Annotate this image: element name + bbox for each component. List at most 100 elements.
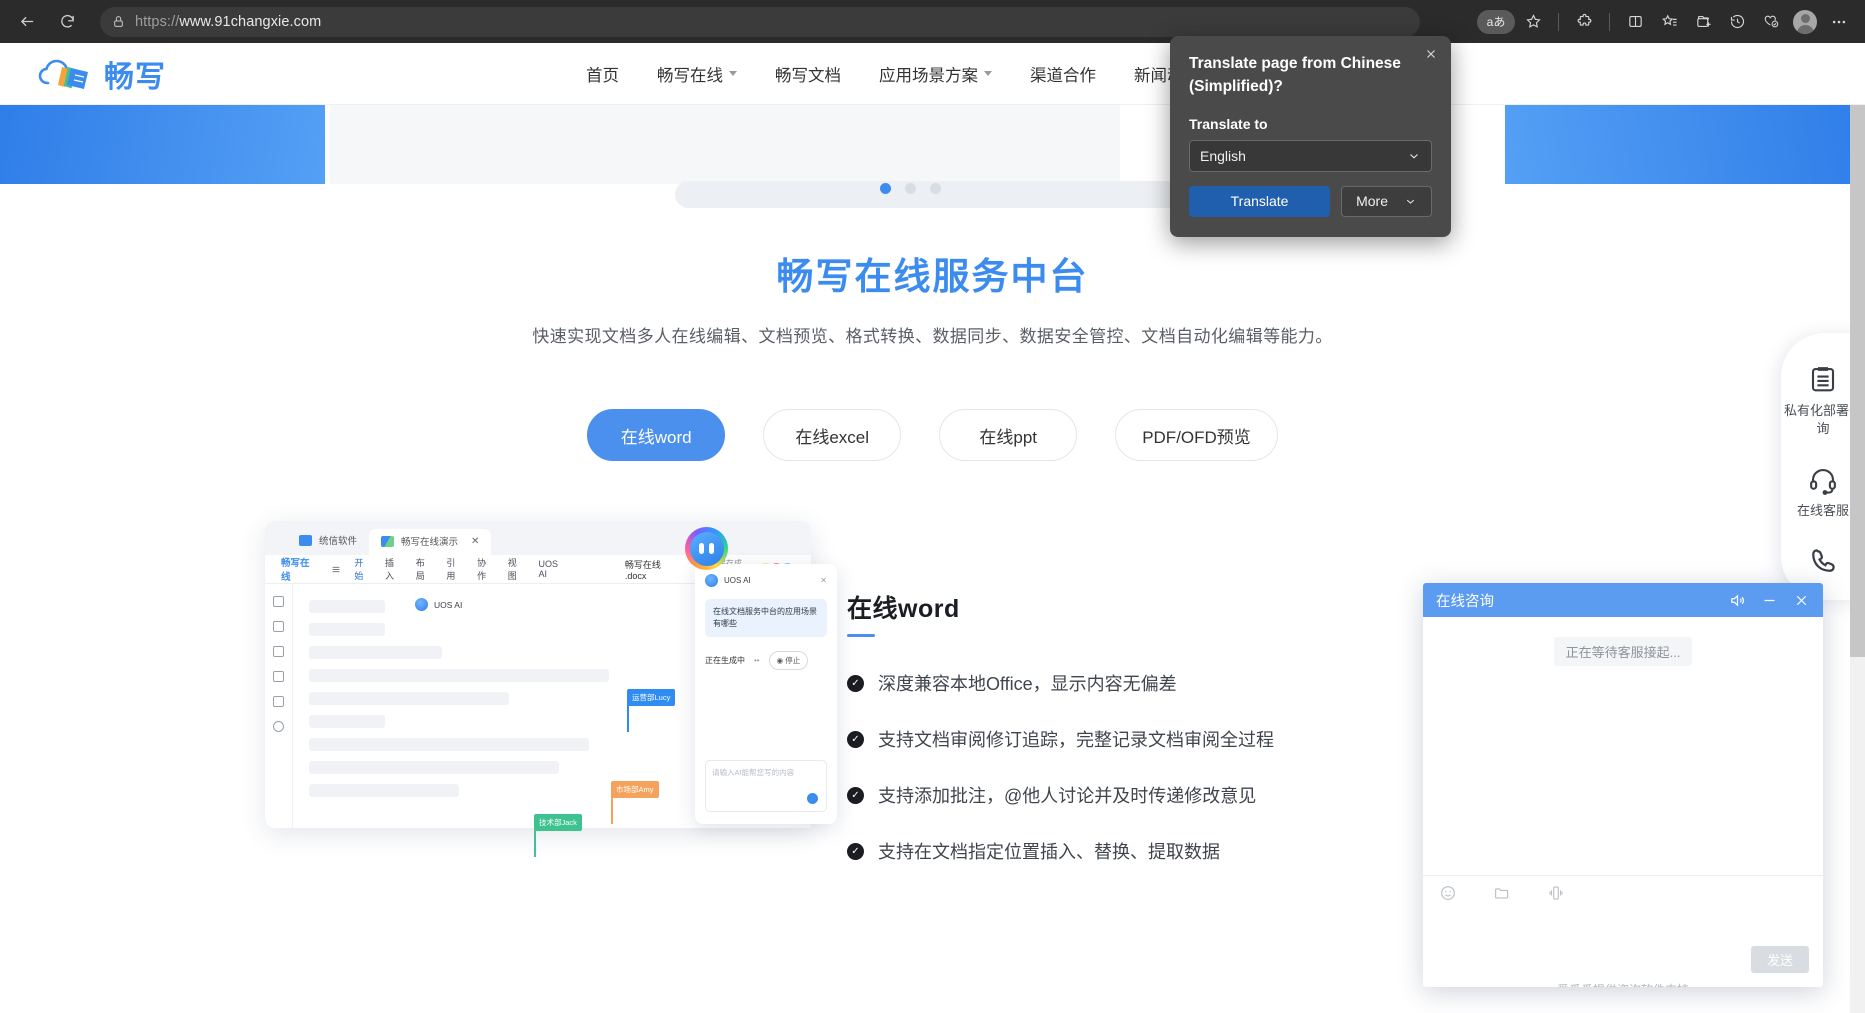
feature-item-label: 支持添加批注，@他人讨论并及时传递修改意见 [878,786,1257,806]
mock-tab-label: 统信软件 [319,536,358,547]
history-clock-icon[interactable] [1721,7,1753,37]
page-scrollbar[interactable]: ▲ ▼ [1850,86,1865,1013]
nav-label: 首页 [586,66,619,85]
close-icon[interactable]: ✕ [820,576,827,585]
mock-menu-start[interactable]: 开始 [354,556,372,589]
more-button[interactable]: More [1341,185,1432,217]
close-icon[interactable] [1424,47,1438,61]
translate-popup-title: Translate page from Chinese (Simplified)… [1189,55,1401,95]
carousel-dot-2[interactable] [905,183,916,194]
reload-icon[interactable] [50,5,84,39]
page-title: 畅写在线服务中台 [776,256,1089,297]
feature-list: ✓ 深度兼容本地Office，显示内容无偏差 ✓ 支持文档审阅修订追踪，完整记录… [847,670,1274,864]
mock-ai-panel-header: UOS AI ✕ [705,574,827,587]
mock-side-rail [265,584,292,828]
nav-item-channel[interactable]: 渠道合作 [1030,62,1096,86]
translate-icon[interactable]: aあ [1477,9,1515,34]
mock-ai-question: 在线文档服务中台的应用场景有哪些 [705,599,827,637]
feature-item-label: 深度兼容本地Office，显示内容无偏差 [878,674,1177,694]
browser-toolbar: https://www.91changxie.com aあ [0,0,1865,43]
emoji-icon[interactable] [1439,884,1457,902]
tab-online-excel[interactable]: 在线excel [763,409,902,461]
mock-ai-input[interactable]: 请输入AI能帮您写的内容 [705,760,827,812]
carousel-dot-3[interactable] [930,183,941,194]
split-screen-icon[interactable] [1619,7,1651,37]
ai-assistant-bubble-icon[interactable] [685,527,728,570]
mock-menu-uos-ai[interactable]: UOS AI [538,559,567,579]
nav-item-online[interactable]: 畅写在线 [657,62,737,86]
pages-icon[interactable] [273,696,284,707]
collab-cursor [627,702,629,732]
feature-item: ✓ 深度兼容本地Office，显示内容无偏差 [847,670,1274,696]
tab-online-ppt[interactable]: 在线ppt [939,409,1078,461]
mock-menu-view[interactable]: 视图 [508,556,526,582]
language-select[interactable]: English [1189,139,1432,172]
send-icon[interactable] [807,793,818,804]
nav-label: 畅写文档 [775,66,841,85]
mock-menu-collab[interactable]: 协作 [477,556,495,582]
tab-pdf-ofd-preview[interactable]: PDF/OFD预览 [1115,409,1278,461]
speaker-icon[interactable] [1729,592,1746,609]
url-scheme: https:// [135,13,180,30]
selected-language: English [1200,147,1246,164]
mock-ai-generating: 正在生成中 •• ◉ 停止 [705,651,827,670]
browser-essentials-icon[interactable] [1755,7,1787,37]
chevron-down-icon [1404,195,1417,208]
close-icon[interactable]: ✕ [471,536,479,547]
carousel-dot-1[interactable] [880,183,891,194]
mock-menu-layout[interactable]: 布局 [416,556,434,582]
shake-icon[interactable] [1547,884,1565,902]
add-tab-group-icon[interactable] [1687,7,1719,37]
collab-cursor [611,794,613,824]
text-placeholder-line [309,623,385,636]
profile-avatar-icon[interactable] [1789,7,1821,37]
back-arrow-icon[interactable] [10,5,44,39]
mock-ai-input-placeholder: 请输入AI能帮您写的内容 [712,768,795,777]
chat-message-area: 正在等待客服接起... [1423,617,1823,875]
star-icon[interactable] [1517,7,1549,37]
hero-banner-carousel [0,105,1865,184]
collab-flag: 市场部Amy [611,781,659,798]
nav-item-scenarios[interactable]: 应用场景方案 [879,62,992,86]
check-circle-icon: ✓ [847,730,864,748]
stop-icon: ◉ [776,656,786,665]
feature-title: 在线word [847,595,960,623]
minimize-icon[interactable] [1761,592,1778,609]
folder-icon[interactable] [1493,884,1511,902]
tab-online-word[interactable]: 在线word [587,409,726,461]
mock-tab-active[interactable]: 畅写在线演示 ✕ [369,529,492,555]
product-tabs: 在线word 在线excel 在线ppt PDF/OFD预览 [0,409,1865,461]
search-icon[interactable] [273,596,284,607]
favicon-icon [299,534,312,546]
chat-input-area[interactable]: 发送 [1423,909,1823,981]
nav-item-home[interactable]: 首页 [586,62,619,86]
chat-icon[interactable] [273,721,284,732]
puzzle-piece-icon[interactable] [1568,7,1600,37]
scrollbar-thumb[interactable] [1850,101,1865,657]
table-icon[interactable] [273,621,284,632]
browser-tool-buttons: aあ [1477,7,1865,37]
mock-tab-inactive[interactable]: 统信软件 [287,533,369,555]
mock-menu-reference[interactable]: 引用 [446,556,464,582]
close-icon[interactable] [1793,592,1810,609]
mock-document-name: 畅写在线 .docx [624,559,661,581]
edit-icon[interactable] [273,671,284,682]
translate-button[interactable]: Translate [1189,185,1331,217]
send-button[interactable]: 发送 [1751,946,1809,973]
uos-ai-icon [705,574,718,587]
address-bar-text: https://www.91changxie.com [135,14,321,30]
site-logo[interactable]: 畅写 [38,52,166,96]
star-list-icon[interactable] [1653,7,1685,37]
address-bar[interactable]: https://www.91changxie.com [100,6,1420,37]
nav-item-docs[interactable]: 畅写文档 [775,62,841,86]
more-ellipsis-icon[interactable] [1823,7,1855,37]
url-host: www.91changxie.com [179,13,322,30]
mock-menu-insert[interactable]: 插入 [385,556,403,582]
site-header: 畅写 首页 畅写在线 畅写文档 应用场景方案 渠道合作 新闻动态 [0,43,1865,105]
mock-ai-stop-button[interactable]: ◉ 停止 [768,651,809,670]
comment-icon[interactable] [273,646,284,657]
collab-flag: 技术部Jack [534,814,582,831]
text-placeholder-line [309,600,385,613]
title-underline [847,634,875,637]
hamburger-menu-icon[interactable] [331,565,341,574]
